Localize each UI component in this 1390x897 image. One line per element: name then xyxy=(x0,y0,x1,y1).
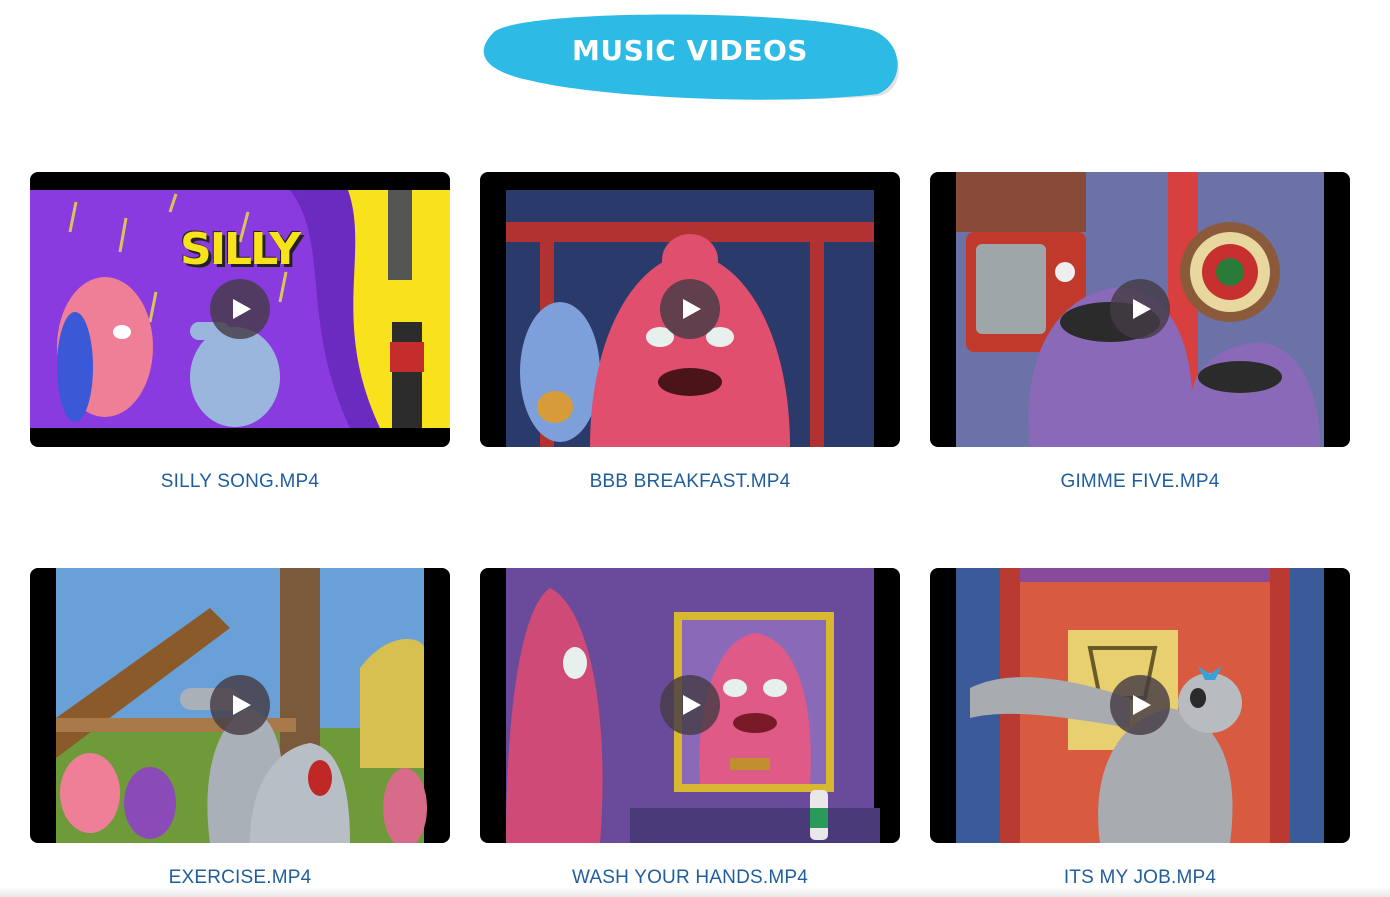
play-icon xyxy=(1133,695,1151,715)
video-thumbnail[interactable] xyxy=(930,172,1350,447)
play-button[interactable] xyxy=(1110,675,1170,735)
video-title[interactable]: SILLY SONG.MP4 xyxy=(30,471,450,493)
video-thumbnail[interactable] xyxy=(930,568,1350,843)
section-header: MUSIC VIDEOS xyxy=(480,12,902,104)
video-thumbnail[interactable] xyxy=(480,568,900,843)
video-thumbnail[interactable] xyxy=(480,172,900,447)
play-icon xyxy=(683,299,701,319)
video-title[interactable]: EXERCISE.MP4 xyxy=(30,867,450,889)
play-button[interactable] xyxy=(660,675,720,735)
video-card[interactable]: ITS MY JOB.MP4 xyxy=(930,568,1350,889)
play-button[interactable] xyxy=(1110,279,1170,339)
bottom-edge-shadow xyxy=(0,887,1390,897)
video-card[interactable]: WASH YOUR HANDS.MP4 xyxy=(480,568,900,889)
video-thumbnail[interactable] xyxy=(30,568,450,843)
play-icon xyxy=(233,299,251,319)
video-card[interactable]: EXERCISE.MP4 xyxy=(30,568,450,889)
play-button[interactable] xyxy=(210,279,270,339)
video-title[interactable]: BBB BREAKFAST.MP4 xyxy=(480,471,900,493)
video-title[interactable]: WASH YOUR HANDS.MP4 xyxy=(480,867,900,889)
play-icon xyxy=(683,695,701,715)
play-button[interactable] xyxy=(660,279,720,339)
thumbnail-title-text: SILLY xyxy=(180,224,301,275)
video-thumbnail[interactable]: SILLY xyxy=(30,172,450,447)
page-title: MUSIC VIDEOS xyxy=(572,34,808,67)
play-button[interactable] xyxy=(210,675,270,735)
video-title[interactable]: ITS MY JOB.MP4 xyxy=(930,867,1350,889)
play-icon xyxy=(233,695,251,715)
video-title[interactable]: GIMME FIVE.MP4 xyxy=(930,471,1350,493)
video-card[interactable]: SILLY SILLY SONG.MP4 xyxy=(30,172,450,493)
play-icon xyxy=(1133,299,1151,319)
video-card[interactable]: BBB BREAKFAST.MP4 xyxy=(480,172,900,493)
video-card[interactable]: GIMME FIVE.MP4 xyxy=(930,172,1350,493)
